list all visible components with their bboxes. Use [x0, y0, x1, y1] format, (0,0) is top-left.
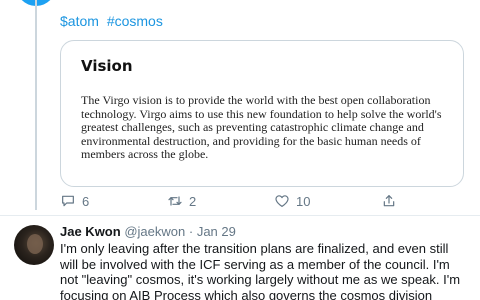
reply-timestamp[interactable]: Jan 29 [197, 224, 236, 239]
like-count: 10 [296, 193, 311, 209]
tweet-thread: $atom #cosmos Vision The Virgo vision is… [0, 0, 480, 300]
hashtag-atom[interactable]: $atom [60, 13, 99, 29]
reply-author-name[interactable]: Jae Kwon [60, 224, 121, 239]
reply-header: Jae Kwon @jaekwon · Jan 29 [60, 224, 236, 239]
reply-icon [62, 195, 74, 207]
retweet-count: 2 [189, 193, 197, 209]
card-title: Vision [81, 57, 133, 75]
retweet-icon [168, 196, 182, 206]
thread-connector-line [35, 0, 37, 210]
reply-count: 6 [82, 193, 90, 209]
like-button[interactable]: 10 [274, 193, 310, 209]
avatar-photo [27, 234, 43, 254]
embedded-image-card[interactable]: Vision The Virgo vision is to provide th… [60, 40, 464, 187]
tweet-divider [0, 215, 480, 216]
hashtag-cosmos[interactable]: #cosmos [107, 13, 163, 29]
heart-icon [275, 195, 289, 207]
reply-button[interactable]: 6 [60, 193, 89, 209]
card-body-text: The Virgo vision is to provide the world… [81, 93, 442, 162]
reply-separator: · [188, 224, 194, 239]
share-button[interactable] [381, 193, 397, 209]
tweet-action-bar: 6 2 10 [60, 193, 460, 215]
share-icon [383, 195, 395, 207]
tweet-hashtags: $atom #cosmos [60, 13, 167, 29]
retweet-button[interactable]: 2 [167, 193, 196, 209]
reply-author-handle[interactable]: @jaekwon [124, 224, 185, 239]
reply-body-text: I'm only leaving after the transition pl… [60, 241, 461, 300]
reply-author-avatar[interactable] [14, 225, 54, 265]
previous-tweet-cutoff [0, 0, 480, 10]
